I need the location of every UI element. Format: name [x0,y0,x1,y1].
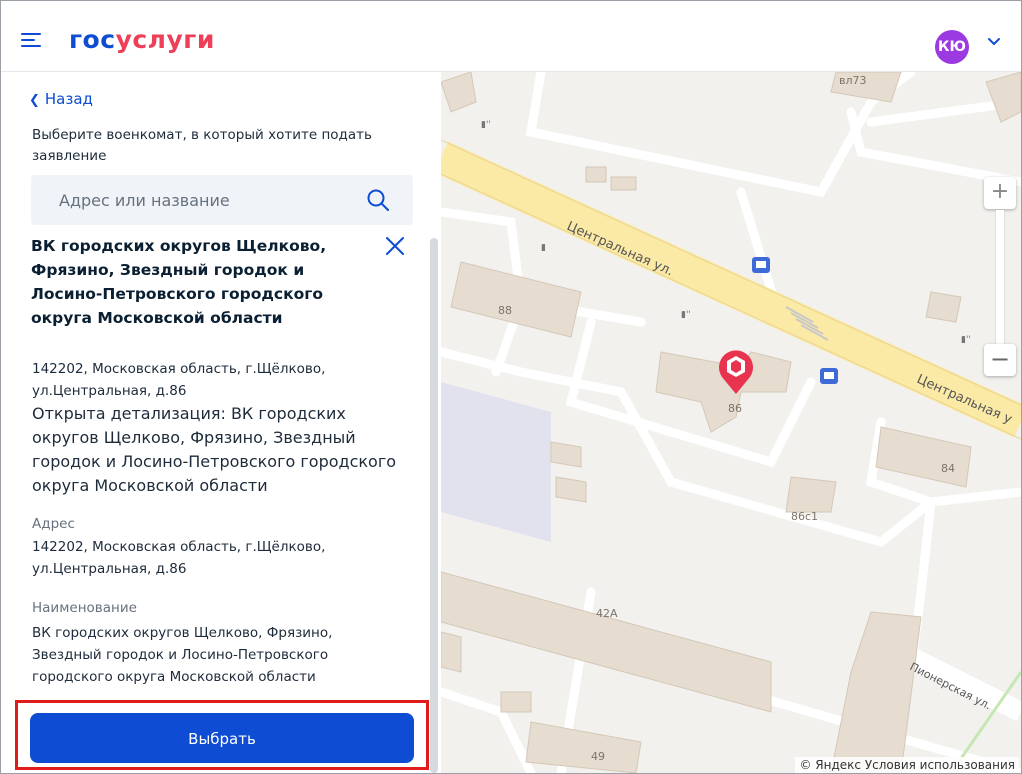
map-label-42a: 42А [596,607,618,620]
detail-text: Открыта детализация: ВК городских округо… [32,404,397,495]
address-label: Адрес [32,516,75,532]
svg-text:▮'': ▮'' [681,310,691,320]
chevron-left-icon: ❮ [29,93,40,108]
map-label-49: 49 [591,750,605,763]
top-header: госуслуги КЮ [1,1,1021,72]
close-icon[interactable] [385,236,405,256]
office-title: ВК городских округов Щелково, Фрязино, З… [31,237,327,327]
search-icon[interactable] [366,188,390,212]
name-label: Наименование [32,600,137,616]
svg-text:▮'': ▮'' [481,120,491,130]
office-details: ВК городских округов Щелково, Фрязино, З… [1,232,441,702]
name-value: ВК городских округов Щелково, Фрязино, З… [32,625,333,685]
zoom-in-button[interactable]: + [984,177,1016,209]
scrollbar-thumb[interactable] [430,238,438,773]
svg-text:▮: ▮ [541,243,546,253]
chevron-down-icon[interactable] [987,37,1001,47]
map-label-84: 84 [941,462,955,475]
user-avatar[interactable]: КЮ [935,30,969,64]
logo-part-gos: гос [69,25,116,54]
search-input[interactable] [31,175,379,225]
map-label-vl73: вл73 [839,74,867,87]
gosuslugi-logo[interactable]: госуслуги [69,25,215,54]
map-canvas: вл73 88 86 84 86с1 42А 49 36 Центральная… [441,72,1021,773]
select-button[interactable]: Выбрать [30,713,414,763]
bus-stop-icon-2[interactable] [820,368,838,384]
bus-stop-icon[interactable] [752,257,770,273]
back-link[interactable]: ❮ Назад [29,90,93,108]
map-label-86c1: 86с1 [791,510,818,523]
left-panel: ❮ Назад Выберите военкомат, в который хот… [1,72,441,773]
logo-part-uslugi: услуги [115,25,215,54]
map-label-86: 86 [728,402,742,415]
map-copyright[interactable]: © Яндекс Условия использования [795,757,1019,773]
office-address: 142202, Московская область, г.Щёлково, у… [32,361,326,399]
zoom-out-button[interactable]: − [984,344,1016,376]
svg-text:▮'': ▮'' [961,335,971,345]
map-view[interactable]: вл73 88 86 84 86с1 42А 49 36 Центральная… [441,72,1021,773]
scrollbar[interactable] [430,238,438,773]
address-value: 142202, Московская область, г.Щёлково, у… [32,539,326,577]
back-label: Назад [44,90,93,108]
menu-icon[interactable] [21,33,41,47]
instruction-text: Выберите военкомат, в который хотите под… [32,127,372,164]
zoom-slider[interactable] [996,210,1004,360]
search-box [31,175,413,225]
map-label-88: 88 [498,304,512,317]
app-window: госуслуги КЮ ❮ Назад Выберите военкомат, … [0,0,1022,774]
